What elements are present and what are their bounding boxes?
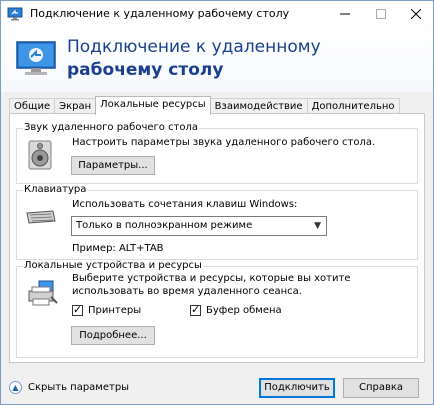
clipboard-label[interactable]: Буфер обмена: [206, 305, 282, 316]
devices-description-line2: использовать во время удаленного сеанса.: [72, 286, 302, 297]
tab-general[interactable]: Общие: [9, 98, 56, 114]
speaker-icon: [28, 140, 52, 170]
keyboard-group-title: Клавиатура: [23, 184, 88, 195]
tab-strip: Общие Экран Локальные ресурсы Взаимодейс…: [9, 96, 400, 115]
keyboard-description: Использовать сочетания клавиш Windows:: [72, 199, 298, 210]
window-title: Подключение к удаленному рабочему столу: [30, 7, 290, 20]
clipboard-checkbox[interactable]: ✓: [190, 303, 201, 316]
keyboard-group: Клавиатура Использовать сочетания клавиш…: [16, 184, 418, 260]
keyboard-icon: [26, 210, 56, 224]
help-button[interactable]: Справка: [343, 378, 419, 398]
audio-description: Настроить параметры звука удаленного раб…: [72, 137, 376, 148]
tab-panel-local-resources: Звук удаленного рабочего стола Настроить…: [9, 113, 425, 363]
printers-label[interactable]: Принтеры: [88, 305, 141, 316]
remote-desktop-icon: [7, 7, 23, 20]
audio-settings-button[interactable]: Параметры...: [71, 156, 155, 175]
tab-advanced[interactable]: Дополнительно: [306, 98, 400, 114]
rdp-window: Подключение к удаленному рабочему столу …: [0, 0, 434, 405]
header-banner: Подключение к удаленному рабочему столу: [1, 26, 433, 92]
chevron-up-icon[interactable]: ▲: [9, 381, 22, 394]
devices-group: Локальные устройства и ресурсы Выберите …: [16, 260, 418, 358]
banner-title-line1: Подключение к удаленному: [67, 37, 321, 57]
devices-group-title: Локальные устройства и ресурсы: [23, 260, 203, 271]
remote-desktop-icon: [16, 41, 56, 75]
tab-display[interactable]: Экран: [54, 98, 97, 114]
chevron-down-icon: ▼: [314, 221, 321, 231]
banner-title-line2: рабочему столу: [67, 60, 224, 80]
connect-button[interactable]: Подключить: [259, 378, 335, 398]
checkmark-icon: ✓: [73, 303, 83, 316]
title-bar: Подключение к удаленному рабочему столу: [1, 1, 433, 26]
minimize-icon: [340, 13, 350, 14]
close-icon: [411, 8, 421, 19]
printers-checkbox[interactable]: ✓: [72, 303, 83, 316]
keyboard-combo-select[interactable]: Только в полноэкранном режиме ▼: [71, 216, 327, 236]
checkmark-icon: ✓: [191, 303, 201, 316]
tab-experience[interactable]: Взаимодействие: [209, 98, 308, 114]
maximize-button[interactable]: [363, 1, 399, 26]
devices-icon: [28, 280, 58, 306]
keyboard-combo-value: Только в полноэкранном режиме: [76, 220, 253, 231]
tab-local-resources[interactable]: Локальные ресурсы: [95, 96, 211, 115]
maximize-icon: [376, 8, 386, 19]
hide-options-link[interactable]: Скрыть параметры: [28, 382, 129, 393]
audio-group-title: Звук удаленного рабочего стола: [23, 122, 200, 133]
more-devices-button[interactable]: Подробнее...: [71, 326, 155, 345]
audio-group: Звук удаленного рабочего стола Настроить…: [16, 122, 418, 184]
minimize-button[interactable]: [327, 1, 363, 26]
keyboard-example: Пример: ALT+TAB: [72, 243, 164, 254]
devices-description-line1: Выберите устройства и ресурсы, которые в…: [72, 273, 351, 284]
close-button[interactable]: [398, 1, 434, 26]
